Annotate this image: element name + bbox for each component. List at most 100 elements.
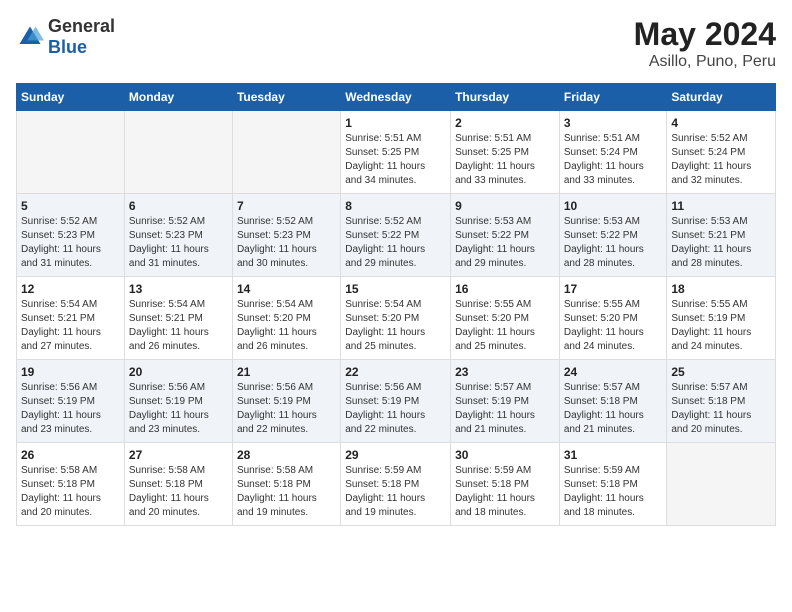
calendar-day-cell: 12 Sunrise: 5:54 AMSunset: 5:21 PMDayligh…: [17, 277, 125, 360]
calendar-day-cell: 13 Sunrise: 5:54 AMSunset: 5:21 PMDayligh…: [124, 277, 232, 360]
day-number: 11: [671, 199, 771, 213]
calendar-day-cell: 27 Sunrise: 5:58 AMSunset: 5:18 PMDayligh…: [124, 443, 232, 526]
calendar-day-cell: 10 Sunrise: 5:53 AMSunset: 5:22 PMDayligh…: [559, 194, 667, 277]
day-info: Sunrise: 5:56 AMSunset: 5:19 PMDaylight:…: [237, 381, 336, 437]
logo-icon: [16, 23, 44, 51]
day-number: 23: [455, 365, 555, 379]
calendar-day-cell: 29 Sunrise: 5:59 AMSunset: 5:18 PMDayligh…: [341, 443, 451, 526]
title-block: May 2024 Asillo, Puno, Peru: [634, 16, 776, 71]
calendar-day-cell: 31 Sunrise: 5:59 AMSunset: 5:18 PMDayligh…: [559, 443, 667, 526]
calendar-day-cell: [124, 111, 232, 194]
day-info: Sunrise: 5:52 AMSunset: 5:23 PMDaylight:…: [21, 215, 120, 271]
day-info: Sunrise: 5:56 AMSunset: 5:19 PMDaylight:…: [345, 381, 446, 437]
day-info: Sunrise: 5:54 AMSunset: 5:20 PMDaylight:…: [345, 298, 446, 354]
day-number: 7: [237, 199, 336, 213]
day-info: Sunrise: 5:52 AMSunset: 5:23 PMDaylight:…: [129, 215, 228, 271]
day-info: Sunrise: 5:58 AMSunset: 5:18 PMDaylight:…: [21, 464, 120, 520]
logo-general-text: General: [48, 16, 115, 37]
day-info: Sunrise: 5:52 AMSunset: 5:22 PMDaylight:…: [345, 215, 446, 271]
weekday-header-thursday: Thursday: [451, 84, 560, 111]
weekday-header-row: SundayMondayTuesdayWednesdayThursdayFrid…: [17, 84, 776, 111]
day-info: Sunrise: 5:53 AMSunset: 5:22 PMDaylight:…: [455, 215, 555, 271]
calendar-day-cell: [17, 111, 125, 194]
calendar-day-cell: [667, 443, 776, 526]
calendar-week-row: 19 Sunrise: 5:56 AMSunset: 5:19 PMDayligh…: [17, 360, 776, 443]
day-number: 1: [345, 116, 446, 130]
calendar-day-cell: 1 Sunrise: 5:51 AMSunset: 5:25 PMDaylight…: [341, 111, 451, 194]
calendar-day-cell: 14 Sunrise: 5:54 AMSunset: 5:20 PMDayligh…: [232, 277, 340, 360]
logo: General Blue: [16, 16, 115, 58]
calendar-day-cell: 19 Sunrise: 5:56 AMSunset: 5:19 PMDayligh…: [17, 360, 125, 443]
calendar-day-cell: 24Sunrise: 5:57 AMSunset: 5:18 PMDayligh…: [559, 360, 667, 443]
day-info: Sunrise: 5:56 AMSunset: 5:19 PMDaylight:…: [21, 381, 120, 437]
day-number: 16: [455, 282, 555, 296]
calendar-week-row: 26 Sunrise: 5:58 AMSunset: 5:18 PMDayligh…: [17, 443, 776, 526]
calendar-day-cell: 17Sunrise: 5:55 AMSunset: 5:20 PMDayligh…: [559, 277, 667, 360]
weekday-header-wednesday: Wednesday: [341, 84, 451, 111]
day-number: 3: [564, 116, 663, 130]
calendar-day-cell: 6 Sunrise: 5:52 AMSunset: 5:23 PMDaylight…: [124, 194, 232, 277]
day-number: 22: [345, 365, 446, 379]
day-number: 19: [21, 365, 120, 379]
day-number: 14: [237, 282, 336, 296]
day-info: Sunrise: 5:51 AMSunset: 5:25 PMDaylight:…: [345, 132, 446, 188]
day-info: Sunrise: 5:51 AMSunset: 5:24 PMDaylight:…: [564, 132, 663, 188]
calendar-day-cell: 3 Sunrise: 5:51 AMSunset: 5:24 PMDaylight…: [559, 111, 667, 194]
weekday-header-friday: Friday: [559, 84, 667, 111]
day-info: Sunrise: 5:52 AMSunset: 5:24 PMDaylight:…: [671, 132, 771, 188]
day-number: 28: [237, 448, 336, 462]
calendar-day-cell: 9Sunrise: 5:53 AMSunset: 5:22 PMDaylight…: [451, 194, 560, 277]
day-number: 12: [21, 282, 120, 296]
day-number: 30: [455, 448, 555, 462]
day-info: Sunrise: 5:57 AMSunset: 5:18 PMDaylight:…: [671, 381, 771, 437]
calendar-subtitle: Asillo, Puno, Peru: [634, 53, 776, 71]
calendar-day-cell: 20 Sunrise: 5:56 AMSunset: 5:19 PMDayligh…: [124, 360, 232, 443]
day-info: Sunrise: 5:56 AMSunset: 5:19 PMDaylight:…: [129, 381, 228, 437]
day-info: Sunrise: 5:55 AMSunset: 5:20 PMDaylight:…: [455, 298, 555, 354]
calendar-day-cell: 25 Sunrise: 5:57 AMSunset: 5:18 PMDayligh…: [667, 360, 776, 443]
calendar-day-cell: 16 Sunrise: 5:55 AMSunset: 5:20 PMDayligh…: [451, 277, 560, 360]
calendar-day-cell: 15Sunrise: 5:54 AMSunset: 5:20 PMDayligh…: [341, 277, 451, 360]
day-info: Sunrise: 5:55 AMSunset: 5:19 PMDaylight:…: [671, 298, 771, 354]
calendar-body: 1 Sunrise: 5:51 AMSunset: 5:25 PMDaylight…: [17, 111, 776, 526]
day-info: Sunrise: 5:58 AMSunset: 5:18 PMDaylight:…: [129, 464, 228, 520]
day-number: 4: [671, 116, 771, 130]
weekday-header-sunday: Sunday: [17, 84, 125, 111]
day-info: Sunrise: 5:54 AMSunset: 5:20 PMDaylight:…: [237, 298, 336, 354]
day-number: 29: [345, 448, 446, 462]
day-number: 31: [564, 448, 663, 462]
day-number: 18: [671, 282, 771, 296]
calendar-title: May 2024: [634, 16, 776, 53]
logo-text: General Blue: [48, 16, 115, 58]
calendar-day-cell: 22 Sunrise: 5:56 AMSunset: 5:19 PMDayligh…: [341, 360, 451, 443]
day-info: Sunrise: 5:54 AMSunset: 5:21 PMDaylight:…: [21, 298, 120, 354]
calendar-day-cell: 18 Sunrise: 5:55 AMSunset: 5:19 PMDayligh…: [667, 277, 776, 360]
day-number: 26: [21, 448, 120, 462]
day-info: Sunrise: 5:57 AMSunset: 5:18 PMDaylight:…: [564, 381, 663, 437]
day-info: Sunrise: 5:59 AMSunset: 5:18 PMDaylight:…: [455, 464, 555, 520]
calendar-day-cell: 4 Sunrise: 5:52 AMSunset: 5:24 PMDaylight…: [667, 111, 776, 194]
day-info: Sunrise: 5:59 AMSunset: 5:18 PMDaylight:…: [564, 464, 663, 520]
day-info: Sunrise: 5:58 AMSunset: 5:18 PMDaylight:…: [237, 464, 336, 520]
calendar-day-cell: 2Sunrise: 5:51 AMSunset: 5:25 PMDaylight…: [451, 111, 560, 194]
calendar-day-cell: 30 Sunrise: 5:59 AMSunset: 5:18 PMDayligh…: [451, 443, 560, 526]
day-number: 6: [129, 199, 228, 213]
day-number: 27: [129, 448, 228, 462]
day-number: 25: [671, 365, 771, 379]
calendar-week-row: 5Sunrise: 5:52 AMSunset: 5:23 PMDaylight…: [17, 194, 776, 277]
day-info: Sunrise: 5:53 AMSunset: 5:22 PMDaylight:…: [564, 215, 663, 271]
day-number: 17: [564, 282, 663, 296]
weekday-header-saturday: Saturday: [667, 84, 776, 111]
day-number: 20: [129, 365, 228, 379]
day-info: Sunrise: 5:54 AMSunset: 5:21 PMDaylight:…: [129, 298, 228, 354]
day-info: Sunrise: 5:59 AMSunset: 5:18 PMDaylight:…: [345, 464, 446, 520]
day-number: 10: [564, 199, 663, 213]
calendar-day-cell: 28 Sunrise: 5:58 AMSunset: 5:18 PMDayligh…: [232, 443, 340, 526]
day-info: Sunrise: 5:57 AMSunset: 5:19 PMDaylight:…: [455, 381, 555, 437]
day-number: 2: [455, 116, 555, 130]
calendar-week-row: 12 Sunrise: 5:54 AMSunset: 5:21 PMDayligh…: [17, 277, 776, 360]
calendar-day-cell: [232, 111, 340, 194]
weekday-header-monday: Monday: [124, 84, 232, 111]
day-number: 13: [129, 282, 228, 296]
calendar-day-cell: 26 Sunrise: 5:58 AMSunset: 5:18 PMDayligh…: [17, 443, 125, 526]
